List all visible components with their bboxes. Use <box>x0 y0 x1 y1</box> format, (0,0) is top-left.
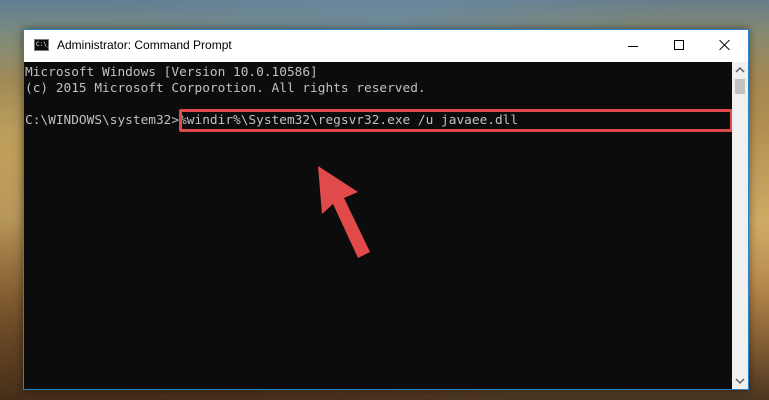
console-prompt: C:\WINDOWS\system32> <box>25 113 180 128</box>
chevron-down-icon <box>735 378 745 385</box>
maximize-button[interactable] <box>656 30 702 61</box>
command-highlight-box <box>179 109 732 132</box>
console-copyright-line: (c) 2015 Microsoft Corporotion. All righ… <box>25 81 426 96</box>
console-version-line: Microsoft Windows [Version 10.0.10586] <box>25 65 318 80</box>
close-button[interactable] <box>702 30 748 61</box>
command-prompt-window[interactable]: C:\_ Administrator: Command Prompt Micro… <box>23 29 749 390</box>
window-title: Administrator: Command Prompt <box>57 38 232 52</box>
maximize-icon <box>674 40 684 50</box>
close-icon <box>719 39 731 51</box>
scroll-up-button[interactable] <box>732 62 748 78</box>
minimize-button[interactable] <box>610 30 656 61</box>
scroll-thumb[interactable] <box>735 79 745 94</box>
chevron-up-icon <box>735 66 745 73</box>
vertical-scrollbar[interactable] <box>732 62 748 389</box>
cmd-icon: C:\_ <box>34 39 50 51</box>
console-area[interactable]: Microsoft Windows [Version 10.0.10586] (… <box>24 62 732 389</box>
title-bar[interactable]: C:\_ Administrator: Command Prompt <box>24 30 748 62</box>
red-arrow-icon <box>318 166 370 258</box>
scroll-down-button[interactable] <box>732 373 748 389</box>
minimize-icon <box>628 46 638 47</box>
